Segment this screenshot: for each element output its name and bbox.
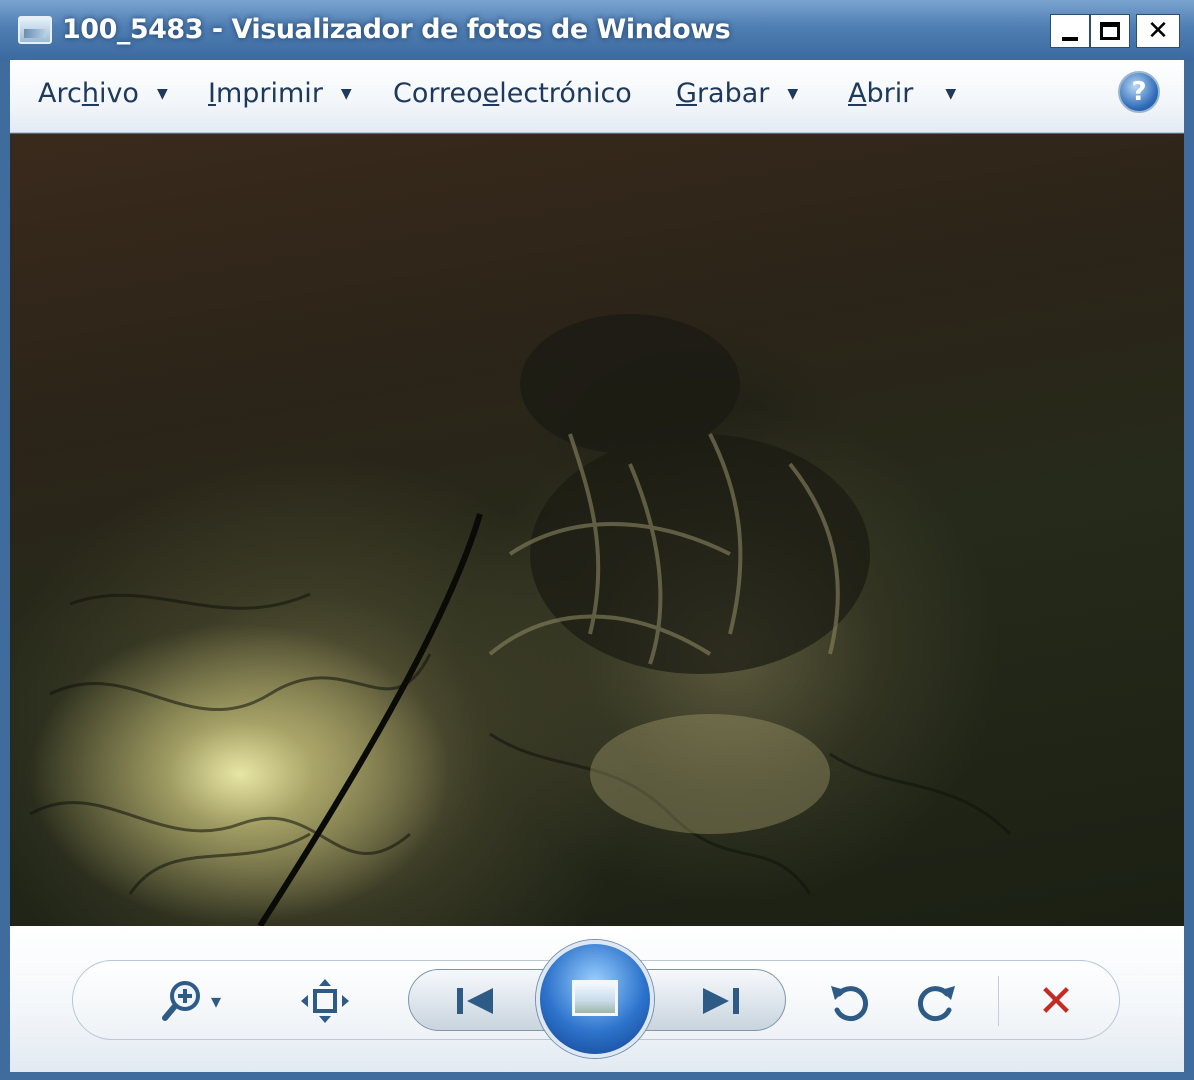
menu-label: mprimir [215,78,323,109]
maximize-icon [1100,22,1120,40]
rotate-clockwise-icon [918,986,955,1022]
menu-imprimir[interactable]: Imprimir ▼ [208,78,352,109]
zoom-button[interactable]: ▾ [150,978,232,1024]
menu-label: Arc [38,78,82,109]
menu-correo-electronico[interactable]: Correo e lectrónico [393,78,632,109]
menu-abrir[interactable]: Abrir ▼ [848,78,956,109]
maximize-button[interactable] [1090,14,1130,48]
slideshow-button[interactable] [536,940,654,1058]
slideshow-icon [572,980,618,1016]
title-bar[interactable]: 100_5483 - Visualizador de fotos de Wind… [0,0,1194,60]
menu-accesskey: G [676,78,697,109]
menu-grabar[interactable]: Grabar ▼ [676,78,798,109]
toolbar-divider [998,976,999,1026]
menu-archivo[interactable]: Arc h ivo ▼ [38,78,168,109]
rotate-counterclockwise-icon [831,986,868,1022]
menu-accesskey: I [208,78,216,109]
next-button[interactable] [686,978,756,1024]
menu-label: lectrónico [499,78,632,109]
chevron-down-icon: ▼ [945,85,957,102]
close-icon: ✕ [1147,16,1169,46]
actual-size-icon [301,979,349,1023]
close-button[interactable]: ✕ [1136,14,1180,48]
actual-size-button[interactable] [300,978,350,1024]
chevron-down-icon: ▼ [787,85,799,102]
bottom-toolbar: ▾ ✕ [10,926,1184,1072]
previous-button[interactable] [440,978,510,1024]
menu-label: rabar [696,78,770,109]
photo-texture [29,314,1012,926]
next-icon [703,988,739,1014]
chevron-down-icon: ▼ [156,85,168,102]
menu-label: brir [866,78,914,109]
menu-accesskey: A [848,78,867,109]
delete-icon: ✕ [1037,975,1075,1027]
menu-accesskey: h [81,78,99,109]
menu-bar: Arc h ivo ▼ Imprimir ▼ Correo e lectrónico … [10,60,1184,133]
minimize-icon [1062,37,1078,41]
menu-label: Correo [393,78,483,109]
menu-label: ivo [98,78,139,109]
photo-display [10,134,1184,926]
chevron-down-icon: ▾ [210,989,222,1013]
help-icon[interactable]: ? [1118,71,1160,113]
rotate-counterclockwise-button[interactable] [822,978,876,1026]
rotate-clockwise-button[interactable] [910,978,964,1026]
window-title: 100_5483 - Visualizador de fotos de Wind… [62,14,731,45]
zoom-icon [161,981,200,1021]
photo-viewer-window: 100_5483 - Visualizador de fotos de Wind… [0,0,1194,1080]
app-icon [18,16,52,44]
previous-icon [457,988,493,1014]
menu-accesskey: e [482,78,500,109]
minimize-button[interactable] [1050,14,1090,48]
chevron-down-icon: ▼ [340,85,352,102]
delete-button[interactable]: ✕ [1030,975,1082,1027]
